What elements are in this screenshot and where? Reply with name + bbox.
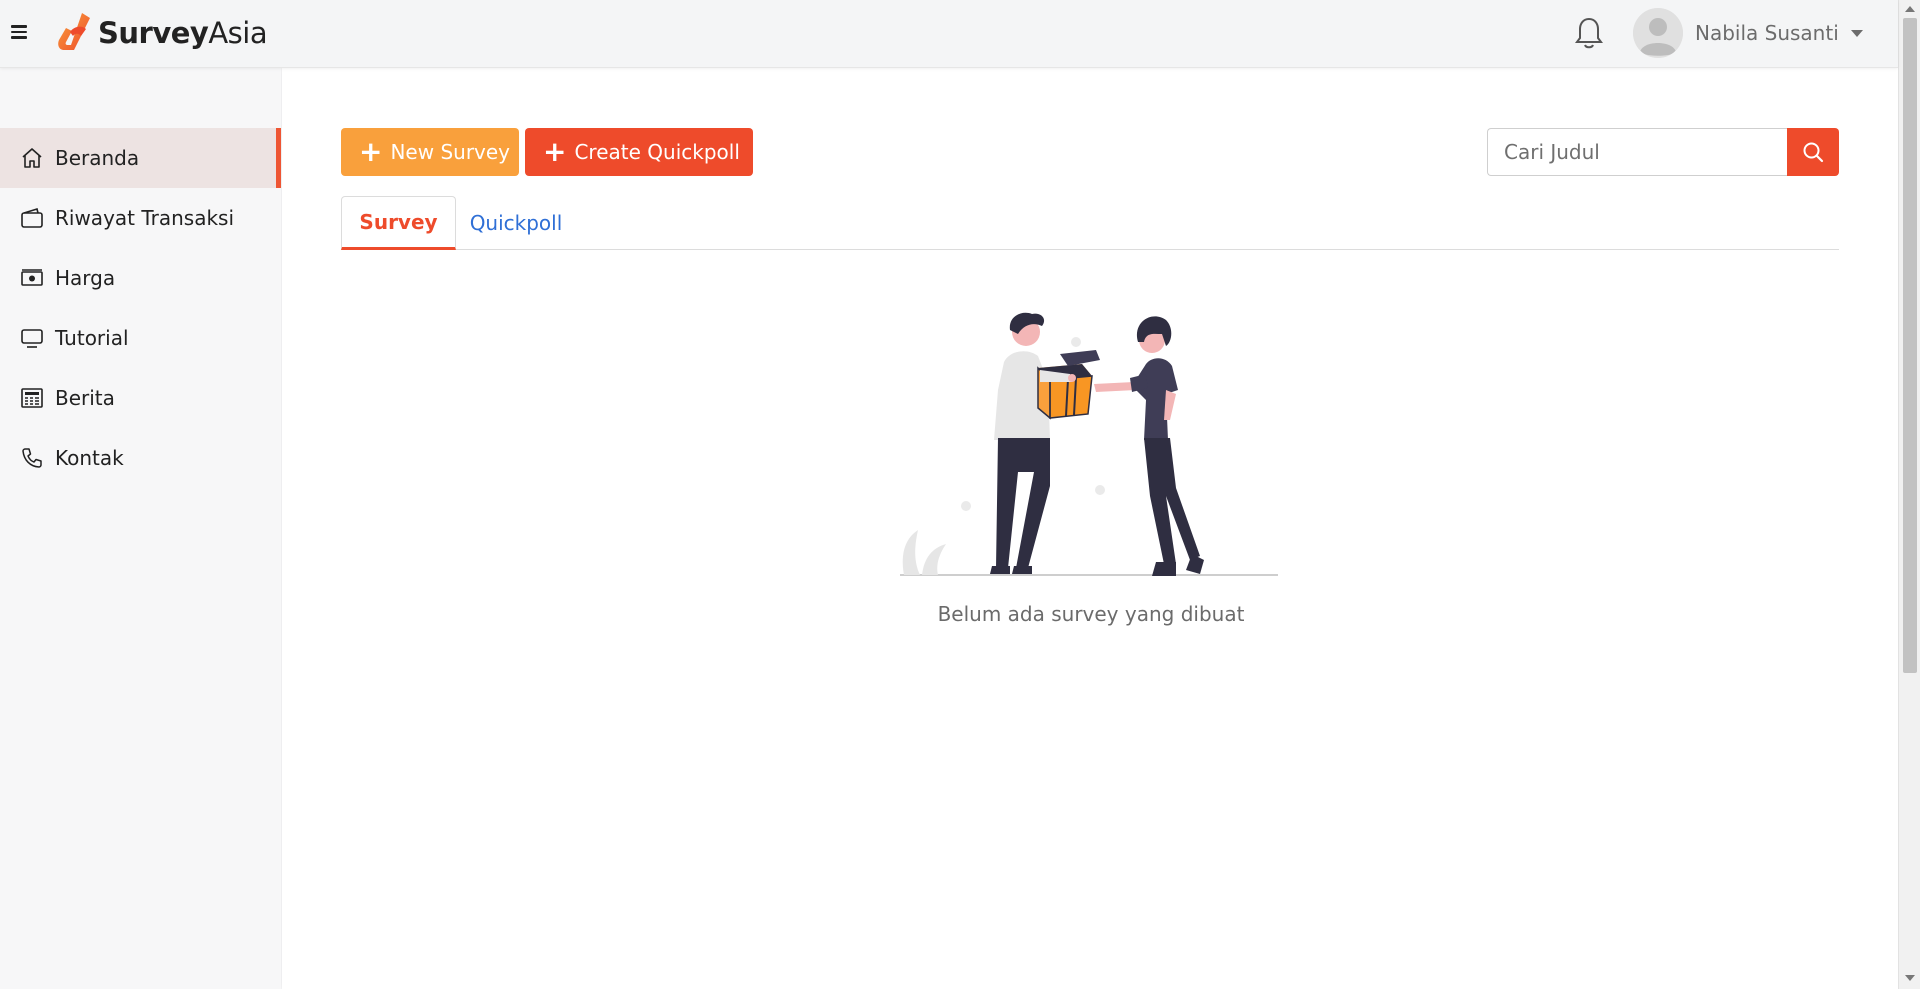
create-quickpoll-button[interactable]: + Create Quickpoll <box>525 128 753 176</box>
sidebar-item-label: Berita <box>55 386 115 410</box>
top-navbar: SurveyAsia Nabila Susanti <box>0 0 1898 68</box>
scroll-down-icon[interactable] <box>1905 975 1915 981</box>
new-survey-button[interactable]: + New Survey <box>341 128 519 176</box>
tab-quickpoll[interactable]: Quickpoll <box>456 196 576 250</box>
sidebar: Beranda Riwayat Transaksi Harga Tutorial… <box>0 68 281 989</box>
sidebar-item-berita[interactable]: Berita <box>0 368 281 428</box>
menu-toggle-icon[interactable] <box>11 25 27 39</box>
newspaper-icon <box>21 388 43 408</box>
scrollbar-thumb[interactable] <box>1903 18 1917 673</box>
sidebar-item-tutorial[interactable]: Tutorial <box>0 308 281 368</box>
sidebar-item-label: Beranda <box>55 146 140 170</box>
main-content: + New Survey + Create Quickpoll Survey Q… <box>282 68 1898 989</box>
plus-icon: + <box>359 135 383 168</box>
sidebar-item-riwayat-transaksi[interactable]: Riwayat Transaksi <box>0 188 281 248</box>
new-survey-label: New Survey <box>390 140 511 164</box>
search-button[interactable] <box>1787 128 1839 176</box>
search-icon <box>1803 142 1824 163</box>
empty-state-message: Belum ada survey yang dibuat <box>937 602 1245 626</box>
user-menu[interactable]: Nabila Susanti <box>1633 8 1863 58</box>
home-icon <box>22 148 42 168</box>
monitor-icon <box>21 329 43 348</box>
wallet-icon <box>21 207 43 228</box>
plus-icon: + <box>543 135 567 168</box>
avatar <box>1633 8 1683 58</box>
search-input[interactable] <box>1487 128 1789 176</box>
tab-bar: Survey Quickpoll <box>341 196 1839 250</box>
logo-mark-icon <box>58 13 90 50</box>
scrollbar[interactable] <box>1898 0 1920 989</box>
sidebar-item-label: Tutorial <box>55 326 129 350</box>
scroll-up-icon[interactable] <box>1905 6 1915 12</box>
empty-state-illustration <box>900 312 1278 576</box>
sidebar-item-label: Kontak <box>55 446 124 470</box>
phone-icon <box>22 448 42 468</box>
sidebar-item-kontak[interactable]: Kontak <box>0 428 281 488</box>
bell-icon[interactable] <box>1573 16 1605 50</box>
user-name: Nabila Susanti <box>1695 21 1839 45</box>
sidebar-item-beranda[interactable]: Beranda <box>0 128 281 188</box>
money-icon <box>21 269 43 286</box>
logo[interactable]: SurveyAsia <box>56 10 268 56</box>
chevron-down-icon <box>1850 29 1863 37</box>
tab-survey[interactable]: Survey <box>341 196 456 250</box>
logo-text: SurveyAsia <box>98 16 268 50</box>
sidebar-item-label: Riwayat Transaksi <box>55 206 235 230</box>
create-quickpoll-label: Create Quickpoll <box>574 140 740 164</box>
sidebar-item-harga[interactable]: Harga <box>0 248 281 308</box>
sidebar-item-label: Harga <box>55 266 116 290</box>
